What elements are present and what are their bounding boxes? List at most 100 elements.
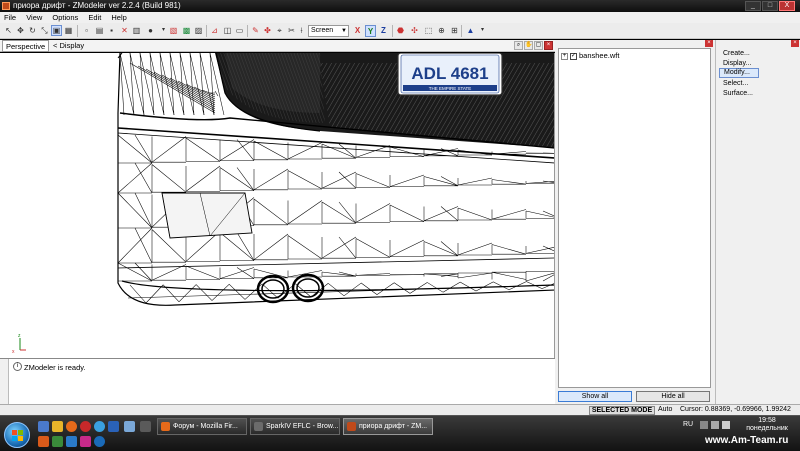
grid-icon[interactable]: ▩	[181, 25, 192, 36]
app-icon	[2, 2, 10, 10]
scale-tool-icon[interactable]: ⤡	[39, 25, 50, 36]
cursor-readout: Cursor: 0.88369, -0.69966, 1.99242	[680, 406, 791, 413]
axis-y-toggle[interactable]: Y	[365, 25, 376, 37]
window-title: приора дрифт - ZModeler ver 2.2.4 (Build…	[13, 1, 181, 10]
chevron-down-icon: ▼	[341, 28, 347, 34]
object-mode-icon[interactable]: ▣	[51, 25, 62, 36]
perspective-tab[interactable]: Perspective	[2, 40, 50, 52]
drop-options-arrow-icon[interactable]: ▾	[477, 25, 488, 36]
pan-icon[interactable]: ✋	[524, 41, 533, 50]
properties-icon[interactable]: ▥	[131, 25, 142, 36]
license-plate-text: ADL 4681	[411, 64, 488, 83]
opera-icon[interactable]	[80, 421, 91, 432]
explorer-icon[interactable]	[52, 421, 63, 432]
tree-item[interactable]: + ✓ banshee.wft	[561, 51, 619, 60]
display-tab[interactable]: < Display	[53, 40, 84, 52]
expand-icon[interactable]: +	[561, 52, 568, 60]
measure-icon[interactable]: ⟊	[296, 25, 307, 36]
taskbar-item-sparkiv[interactable]: SparkIV EFLC - Brow...	[250, 418, 340, 435]
camera-icon[interactable]: ▨	[193, 25, 204, 36]
menu-edit[interactable]: Edit	[84, 12, 105, 23]
close-command-panel-icon[interactable]: ×	[791, 40, 799, 47]
close-button[interactable]: X	[779, 1, 795, 11]
open-file-icon[interactable]: ▤	[94, 25, 105, 36]
firefox-icon[interactable]	[66, 421, 77, 432]
move-tool-icon[interactable]: ✥	[15, 25, 26, 36]
menu-options[interactable]: Options	[48, 12, 82, 23]
minimize-button[interactable]: _	[745, 1, 761, 11]
rotate-tool-icon[interactable]: ↻	[27, 25, 38, 36]
frame-icon[interactable]: ⊞	[449, 25, 460, 36]
auto-indicator[interactable]: Auto	[658, 405, 672, 415]
coord-system-select[interactable]: Screen ▼	[308, 25, 349, 37]
pivot-icon[interactable]: ✤	[262, 25, 273, 36]
hierarchy-panel: × + ✓ banshee.wft Show all Hide all	[555, 40, 715, 404]
menu-view[interactable]: View	[22, 12, 46, 23]
log-panel: i ZModeler is ready.	[0, 358, 555, 405]
material-icon[interactable]: ●	[145, 25, 156, 36]
menu-help[interactable]: Help	[107, 12, 130, 23]
zoom-icon[interactable]: ⌕	[514, 41, 523, 50]
texture-icon[interactable]: ▧	[168, 25, 179, 36]
app-launcher-icon[interactable]	[94, 436, 105, 447]
tray-arrow-icon[interactable]	[700, 421, 708, 429]
skype-icon[interactable]	[94, 421, 105, 432]
snap-icon[interactable]: ⌖	[274, 25, 285, 36]
axis-x-toggle[interactable]: X	[352, 25, 363, 37]
maximize-button[interactable]: □	[762, 1, 778, 11]
save-file-icon[interactable]: ▪	[106, 25, 117, 36]
command-modify[interactable]: Modify...	[719, 68, 759, 78]
center-icon[interactable]: ⊕	[436, 25, 447, 36]
viewport-header: Perspective < Display ⌕ ✋ ▢ ×	[0, 40, 555, 52]
new-file-icon[interactable]: ▫	[81, 25, 92, 36]
visibility-checkbox[interactable]: ✓	[570, 52, 577, 60]
bounding-box-icon[interactable]: ⬚	[423, 25, 434, 36]
mirror-icon[interactable]: ◫	[222, 25, 233, 36]
hide-all-button[interactable]: Hide all	[636, 391, 710, 402]
command-surface[interactable]: Surface...	[719, 89, 759, 99]
menu-file[interactable]: File	[0, 12, 20, 23]
close-viewport-icon[interactable]: ×	[544, 41, 553, 50]
volume-icon[interactable]	[722, 421, 730, 429]
3d-viewport[interactable]: ADL 4681 THE EMPIRE STATE z x	[0, 53, 555, 358]
show-desktop-icon[interactable]	[38, 421, 49, 432]
app-launcher-icon[interactable]	[38, 436, 49, 447]
select-tool-icon[interactable]: ↖	[3, 25, 14, 36]
start-button[interactable]	[4, 422, 30, 448]
toolbar: ↖ ✥ ↻ ⤡ ▣ ▦ ▫ ▤ ▪ ✕ ▥ ● ▾ ▧ ▩ ▨ ⊿ ◫ ▭ ✎ …	[0, 23, 800, 39]
taskbar-item-zmodeler[interactable]: приора дрифт - ZM...	[343, 418, 433, 435]
language-indicator[interactable]: RU	[683, 421, 693, 428]
command-select[interactable]: Select...	[719, 79, 759, 89]
app-launcher-icon[interactable]	[80, 436, 91, 447]
maximize-viewport-icon[interactable]: ▢	[534, 41, 543, 50]
command-create[interactable]: Create...	[719, 49, 759, 59]
close-panel-icon[interactable]: ×	[705, 40, 713, 47]
zmodeler-task-icon	[347, 422, 356, 431]
paint-icon[interactable]: ✎	[250, 25, 261, 36]
menu-bar: File View Options Edit Help	[0, 12, 800, 23]
firefox-task-icon	[161, 422, 170, 431]
app-launcher-icon[interactable]	[124, 421, 135, 432]
title-bar: приора дрифт - ZModeler ver 2.2.4 (Build…	[0, 0, 800, 12]
show-all-button[interactable]: Show all	[558, 391, 632, 402]
windows-logo-icon	[12, 430, 23, 441]
license-plate-footer: THE EMPIRE STATE	[429, 86, 472, 91]
app-launcher-icon[interactable]	[66, 436, 77, 447]
clock[interactable]: 19:58 понедельник	[737, 417, 797, 433]
mesh-mode-icon[interactable]: ▦	[63, 25, 74, 36]
delete-icon[interactable]: ✕	[119, 25, 130, 36]
mode-indicator[interactable]: SELECTED MODE	[589, 406, 655, 415]
tree-item-label: banshee.wft	[579, 51, 620, 60]
axis-z-toggle[interactable]: Z	[378, 25, 389, 37]
align-icon[interactable]: ▭	[234, 25, 245, 36]
local-axis-icon[interactable]: ✣	[409, 25, 420, 36]
taskbar-item-firefox[interactable]: Форум - Mozilla Fir...	[157, 418, 247, 435]
flip-icon[interactable]: ⊿	[209, 25, 220, 36]
network-icon[interactable]	[711, 421, 719, 429]
constraint-icon[interactable]: ⬣	[395, 25, 406, 36]
app-launcher-icon[interactable]	[140, 421, 151, 432]
app-launcher-icon[interactable]	[52, 436, 63, 447]
app-launcher-icon[interactable]	[108, 421, 119, 432]
drop-icon[interactable]: ▲	[465, 25, 476, 36]
info-icon: i	[13, 362, 22, 371]
